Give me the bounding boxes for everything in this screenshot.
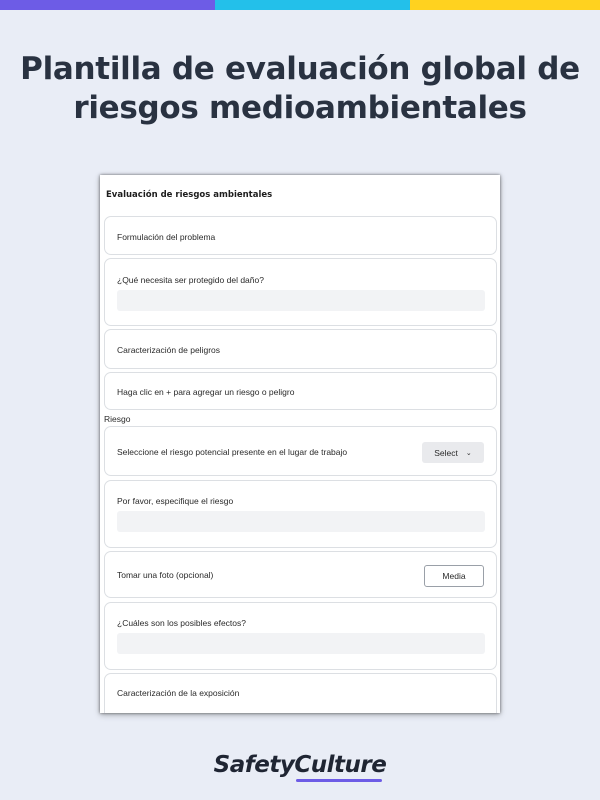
risk-select-dropdown[interactable]: Select ⌄: [422, 442, 484, 463]
select-risk-card: Seleccione el riesgo potencial presente …: [104, 426, 497, 476]
brand-bar-cyan: [215, 0, 410, 10]
photo-card: Tomar una foto (opcional) Media: [104, 551, 497, 598]
logo-underline: [296, 779, 382, 782]
select-risk-label: Seleccione el riesgo potencial presente …: [117, 447, 348, 457]
exposure-characterization-card[interactable]: Caracterización de la exposición: [104, 673, 497, 713]
media-button[interactable]: Media: [424, 565, 484, 587]
problem-formulation-label: Formulación del problema: [117, 232, 216, 242]
page-title: Plantilla de evaluación global de riesgo…: [0, 50, 600, 128]
effects-question-label: ¿Cuáles son los posibles efectos?: [117, 618, 246, 628]
form-title: Evaluación de riesgos ambientales: [106, 190, 273, 200]
protect-question-label: ¿Qué necesita ser protegido del daño?: [117, 275, 264, 285]
problem-formulation-card[interactable]: Formulación del problema: [104, 216, 497, 255]
brand-bar-yellow: [410, 0, 600, 10]
brand-bar-purple: [0, 0, 215, 10]
page-title-line-2: riesgos medioambientales: [73, 90, 527, 126]
hazard-characterization-card[interactable]: Caracterización de peligros: [104, 329, 497, 369]
photo-label: Tomar una foto (opcional): [117, 570, 214, 580]
safetyculture-logo: SafetyCulture: [213, 752, 387, 778]
add-hazard-card[interactable]: Haga clic en + para agregar un riesgo o …: [104, 372, 497, 410]
exposure-characterization-label: Caracterización de la exposición: [117, 688, 240, 698]
page-title-line-1: Plantilla de evaluación global de: [20, 51, 580, 87]
effects-question-input[interactable]: [117, 633, 485, 654]
protect-question-input[interactable]: [117, 290, 485, 311]
risk-select-value: Select: [434, 447, 458, 458]
hazard-characterization-label: Caracterización de peligros: [117, 345, 220, 355]
specify-risk-card: Por favor, especifique el riesgo: [104, 480, 497, 548]
form-preview: Evaluación de riesgos ambientales Formul…: [100, 175, 500, 713]
riesgo-section-label: Riesgo: [104, 414, 131, 424]
protect-question-card: ¿Qué necesita ser protegido del daño?: [104, 258, 497, 326]
chevron-down-icon: ⌄: [465, 449, 472, 457]
add-hazard-hint: Haga clic en + para agregar un riesgo o …: [117, 387, 295, 397]
specify-risk-label: Por favor, especifique el riesgo: [117, 496, 234, 506]
specify-risk-input[interactable]: [117, 511, 485, 532]
brand-color-bar: [0, 0, 600, 10]
effects-question-card: ¿Cuáles son los posibles efectos?: [104, 602, 497, 670]
